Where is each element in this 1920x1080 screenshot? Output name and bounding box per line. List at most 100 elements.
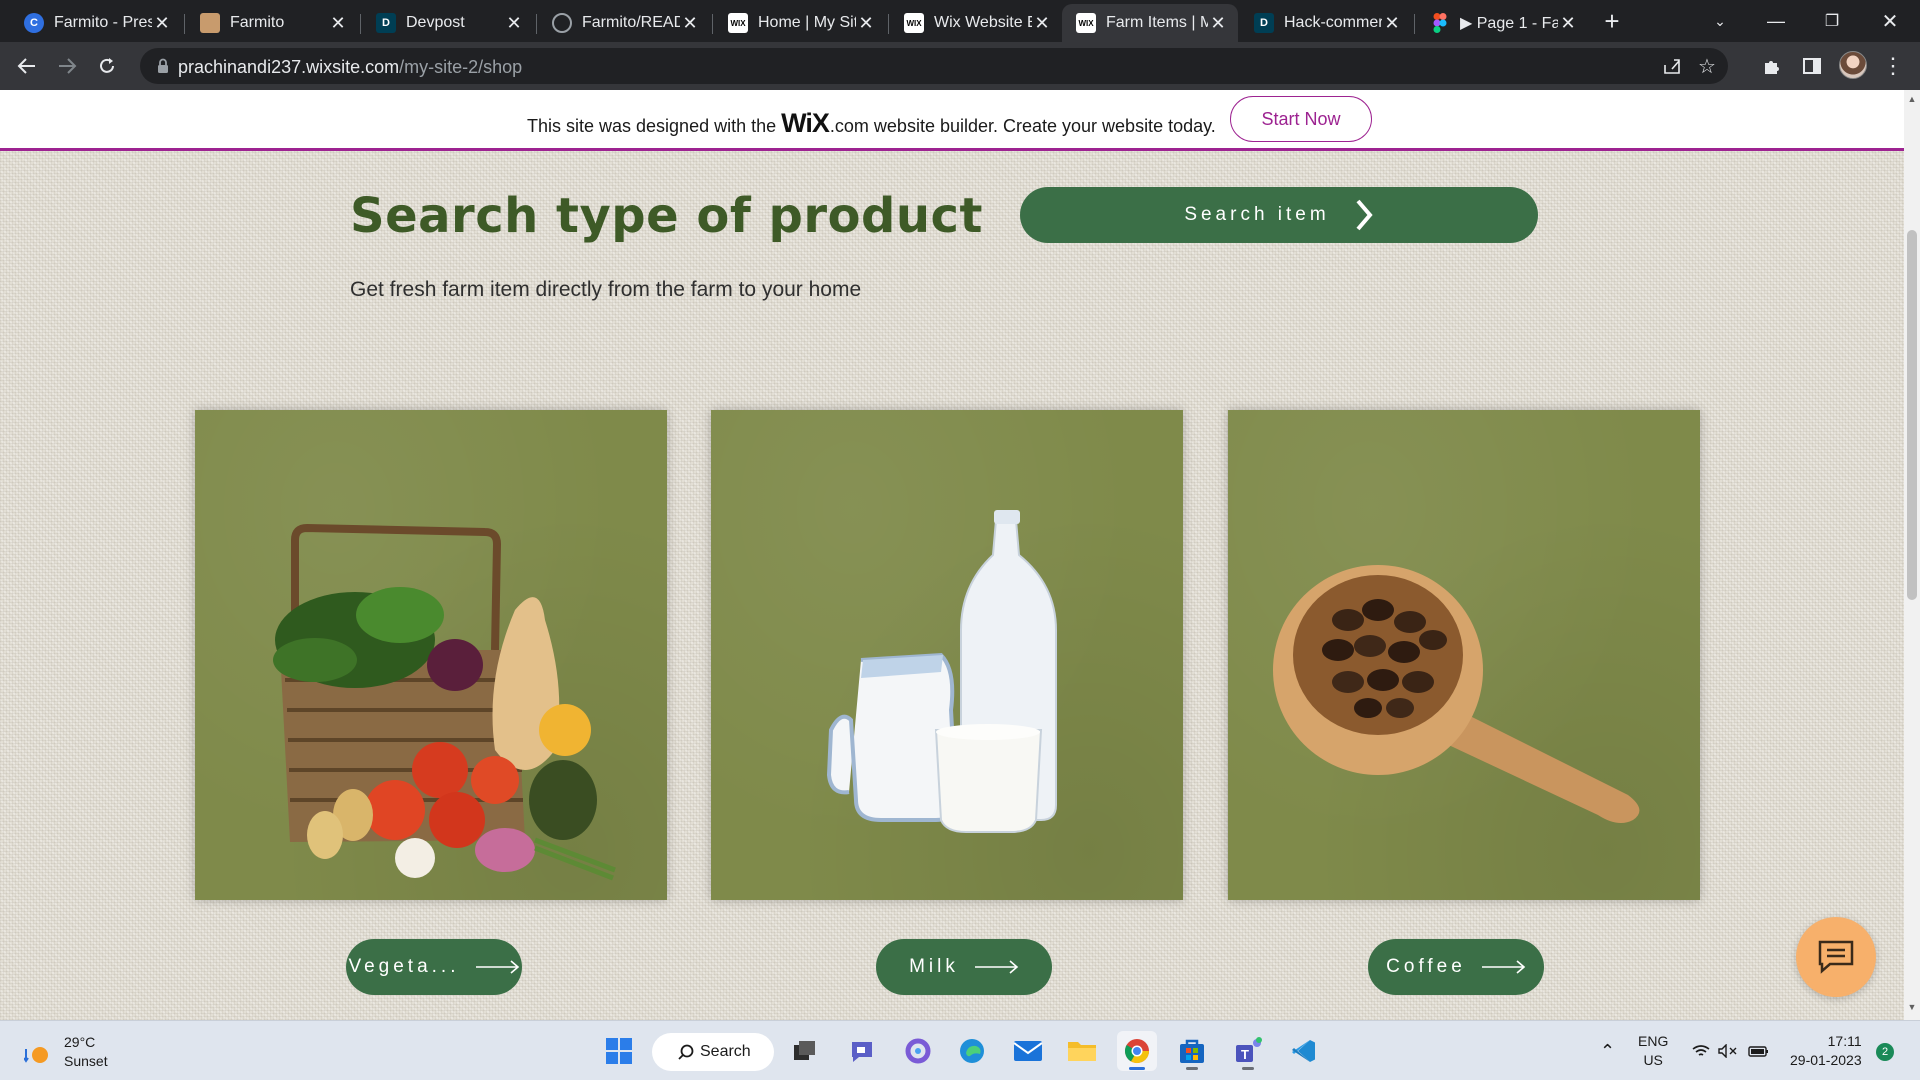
running-app-indicator [1186,1067,1198,1070]
teams-chat-button[interactable] [842,1031,882,1071]
page-scrollbar[interactable]: ▲ ▼ [1904,90,1920,1020]
tab-label: ▶ Page 1 - Fa [1460,15,1558,32]
search-item-label: Search item [1184,204,1330,225]
teams-button[interactable]: T [1228,1031,1268,1071]
milk-button[interactable]: Milk [876,939,1052,995]
tab-figma-page[interactable]: ▶ Page 1 - Fa ✕ [1416,4,1588,42]
file-explorer-button[interactable] [1062,1031,1102,1071]
vegetables-button[interactable]: Vegeta... [346,939,522,995]
show-hidden-icons-chevron[interactable]: ⌃ [1600,1021,1615,1080]
tab-separator [1414,14,1415,34]
tab-github-readme[interactable]: Farmito/READ ✕ [538,4,710,42]
close-icon[interactable]: ✕ [504,13,524,34]
close-icon[interactable]: ✕ [1558,13,1578,34]
close-icon[interactable]: ✕ [680,13,700,34]
bookmark-star-icon[interactable]: ☆ [1694,54,1720,78]
extensions-puzzle-icon[interactable] [1755,50,1789,82]
weather-description: Sunset [64,1053,108,1069]
tab-devpost[interactable]: D Devpost ✕ [362,4,534,42]
sunset-icon [24,1047,48,1063]
url-text: prachinandi237.wixsite.com/my-site-2/sho… [178,57,522,78]
mail-icon [1013,1041,1043,1061]
microsoft-store-button[interactable] [1172,1031,1212,1071]
weather-widget[interactable]: 29°C Sunset [24,1033,108,1071]
side-panel-icon[interactable] [1795,50,1829,82]
vegetables-card[interactable] [195,410,667,900]
scroll-up-icon[interactable]: ▲ [1907,94,1917,104]
wix-promo-banner: This site was designed with the WiX .com… [0,90,1904,151]
wix-logo-suffix: .com [829,116,869,136]
tab-label: Farmito [230,14,285,31]
mail-button[interactable] [1008,1031,1048,1071]
wix-banner-message: This site was designed with the WiX .com… [527,108,1216,139]
coffee-card[interactable] [1228,410,1700,900]
tab-label: Farmito - Pres [54,14,152,31]
start-button[interactable] [599,1031,639,1071]
language-indicator[interactable]: ENG US [1638,1021,1668,1080]
copilot-button[interactable] [898,1031,938,1071]
shop-page: Search type of product Search item Get f… [0,151,1904,1020]
devpost-icon: D [1254,13,1274,33]
language-code: ENG [1638,1033,1669,1049]
browser-menu-icon[interactable]: ⋮ [1876,50,1910,82]
figma-icon [1430,13,1450,33]
chrome-button[interactable] [1117,1031,1157,1071]
restore-icon[interactable]: ❐ [1812,6,1852,36]
tab-hack-commerce[interactable]: D Hack-commer ✕ [1240,4,1412,42]
tab-separator [360,14,361,34]
profile-avatar[interactable] [1839,51,1867,79]
milk-card[interactable] [711,410,1183,900]
vscode-button[interactable] [1284,1031,1324,1071]
start-now-button[interactable]: Start Now [1230,96,1372,142]
folder-icon [1068,1042,1096,1061]
reload-icon[interactable] [90,50,124,82]
close-icon[interactable]: ✕ [1382,13,1402,34]
browser-toolbar: prachinandi237.wixsite.com/my-site-2/sho… [0,42,1920,90]
task-view-button[interactable] [785,1031,825,1071]
vegetable-basket-image [273,523,616,881]
lock-icon[interactable] [154,57,172,75]
taskbar-search[interactable]: Search [652,1033,774,1071]
chevron-right-icon [1356,199,1373,231]
search-item-button[interactable]: Search item [1020,187,1538,243]
new-tab-icon[interactable]: + [1592,6,1632,36]
tab-farmito[interactable]: Farmito ✕ [186,4,358,42]
close-icon[interactable]: ✕ [152,13,172,34]
close-icon[interactable]: ✕ [328,13,348,34]
clock[interactable]: 17:11 29-01-2023 [1790,1021,1862,1080]
close-icon[interactable]: ✕ [1208,13,1228,34]
scrollbar-thumb[interactable] [1907,230,1917,600]
arrow-right-icon [974,960,1019,974]
battery-icon[interactable] [1748,1021,1770,1080]
forward-arrow-icon[interactable] [50,50,84,82]
tab-separator [536,14,537,34]
notification-badge[interactable]: 2 [1876,1043,1894,1061]
volume-muted-icon[interactable] [1718,1021,1738,1080]
page-subtitle: Get fresh farm item directly from the fa… [350,278,862,301]
window-close-icon[interactable]: ✕ [1870,6,1910,36]
share-icon[interactable] [1660,54,1686,78]
coffee-button[interactable]: Coffee [1368,939,1544,995]
tab-label: Home | My Sit [758,14,856,31]
tab-farm-items[interactable]: WIX Farm Items | M ✕ [1062,4,1238,42]
wix-banner-prefix: This site was designed with the [527,116,777,136]
edge-button[interactable] [952,1031,992,1071]
browser-tab-strip: C Farmito - Pres ✕ Farmito ✕ D Devpost ✕… [0,0,1920,42]
address-bar[interactable]: prachinandi237.wixsite.com/my-site-2/sho… [140,48,1728,84]
tab-home-my-site[interactable]: WIX Home | My Sit ✕ [714,4,886,42]
close-icon[interactable]: ✕ [1032,13,1052,34]
close-icon[interactable]: ✕ [856,13,876,34]
teams-icon: T [1236,1037,1262,1062]
tab-farmito-pres[interactable]: C Farmito - Pres ✕ [10,4,182,42]
vegetables-button-label: Vegeta... [348,956,460,977]
minimize-icon[interactable]: — [1756,6,1796,36]
chat-button[interactable] [1796,917,1876,997]
tab-search-chevron-icon[interactable]: ⌄ [1700,6,1740,36]
wix-banner-suffix: website builder. Create your website tod… [873,116,1216,136]
tab-separator [184,14,185,34]
tab-wix-website-editor[interactable]: WIX Wix Website E ✕ [890,4,1062,42]
scroll-down-icon[interactable]: ▼ [1907,1002,1917,1012]
arrow-right-icon [1481,960,1526,974]
back-arrow-icon[interactable] [10,50,44,82]
wifi-icon[interactable] [1692,1021,1710,1080]
